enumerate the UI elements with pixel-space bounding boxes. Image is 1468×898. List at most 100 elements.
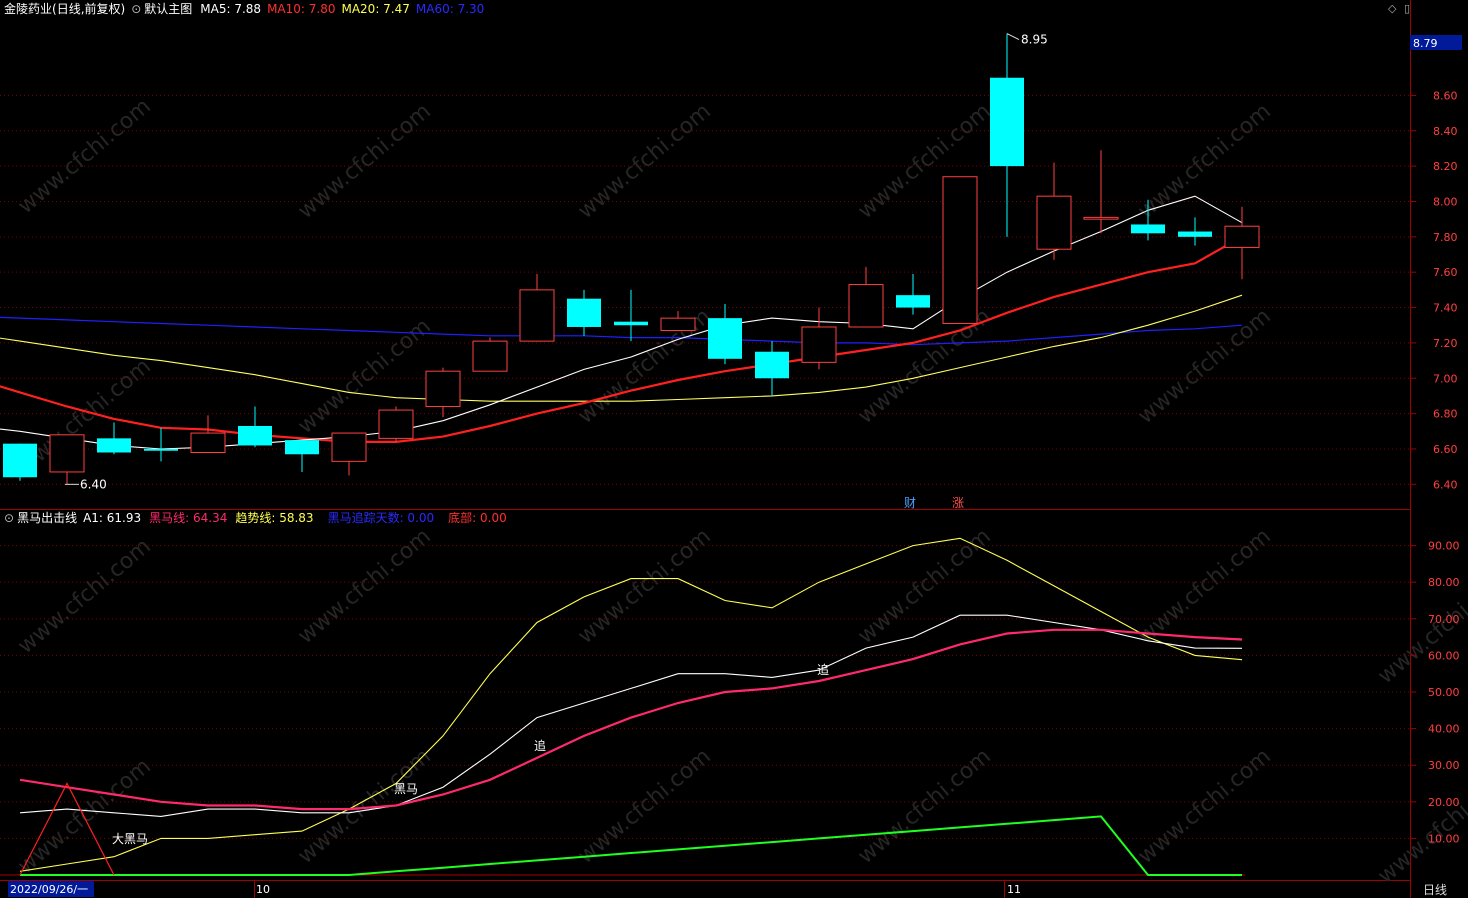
candle [97, 422, 131, 455]
candle-body [1178, 231, 1212, 237]
watermark-text: www.cfchi.com [853, 524, 995, 649]
candle [990, 33, 1024, 237]
candle [49, 434, 85, 485]
chart-mode: (日线,前复权) [52, 2, 126, 16]
indicator-header: ⊙ 黑马出击线 A1: 61.93 黑马线: 64.34 趋势线: 58.83 … [0, 509, 507, 527]
diamond-icon[interactable]: ◇ [1388, 2, 1396, 15]
watermark-text: www.cfchi.com [573, 99, 715, 224]
high-price-label: 8.95 [1021, 33, 1048, 47]
heima-value: 黑马线: 64.34 [149, 511, 228, 525]
a1-value: A1: 61.93 [83, 511, 142, 525]
candle [848, 266, 884, 328]
watermark-group: www.cfchi.com www.cfchi.com www.cfchi.com w… [13, 94, 1468, 889]
candle-body [144, 448, 178, 451]
watermark-text: www.cfchi.com [1373, 764, 1468, 889]
candle-body [1036, 195, 1072, 250]
price-tick-label: 8.40 [1433, 125, 1458, 138]
candle-body [990, 77, 1024, 167]
timeframe-label[interactable]: 日线 [1404, 882, 1466, 898]
dropdown-icon[interactable]: ⊙ [131, 0, 141, 18]
candle-body [97, 438, 131, 453]
main-view-label[interactable]: 默认主图 [144, 0, 192, 18]
price-tick-label: 8.60 [1433, 89, 1458, 102]
watermark-text: www.cfchi.com [13, 534, 155, 659]
watermark-text: www.cfchi.com [1133, 744, 1275, 869]
candle [801, 307, 837, 370]
candle-body [708, 318, 742, 359]
watermark-text: www.cfchi.com [13, 94, 155, 219]
candle-body [848, 284, 884, 328]
candle [331, 432, 367, 476]
candle-body [1131, 224, 1165, 234]
candle [285, 440, 319, 472]
track-days-value: 黑马追踪天数: 0.00 [327, 511, 435, 525]
price-tick-label: 8.20 [1433, 160, 1458, 173]
a1-line [19, 614, 1243, 817]
candle-body [49, 434, 85, 473]
chase-marker-1: 追 [534, 738, 546, 753]
watermark-text: www.cfchi.com [1133, 99, 1275, 224]
candle [614, 289, 648, 342]
indicator-tick-label: 20.00 [1428, 796, 1460, 809]
heima-line [19, 628, 1243, 811]
candle-body [3, 443, 37, 478]
trend-value: 趋势线: 58.83 [235, 511, 314, 525]
price-tick-label: 6.40 [1433, 478, 1458, 491]
watermark-text: www.cfchi.com [1133, 524, 1275, 649]
candle [755, 341, 789, 396]
candle [190, 415, 226, 454]
candle-body [238, 425, 272, 446]
date-start-label: 2022/09/26/一 [10, 883, 88, 896]
ma60-value: MA60: 7.30 [415, 2, 485, 16]
candle-body [801, 326, 837, 363]
ma5-value: MA5: 7.88 [200, 2, 262, 16]
indicator-tick-label: 40.00 [1428, 723, 1460, 736]
price-tick-label: 7.60 [1433, 266, 1458, 279]
candle-body [190, 432, 226, 454]
indicator-name[interactable]: 黑马出击线 [17, 509, 77, 527]
kline-chart[interactable]: 8.79 www.cfchi.com www.cfchi.com www.cfchi… [0, 0, 1468, 898]
candle [896, 273, 930, 315]
price-tick-label: 7.40 [1433, 302, 1458, 315]
price-tick-label: 6.60 [1433, 443, 1458, 456]
candle-body [425, 370, 461, 408]
stock-name[interactable]: 金陵药业 [4, 0, 52, 18]
candle [3, 443, 37, 481]
candle [144, 427, 178, 462]
price-tick-label: 7.80 [1433, 231, 1458, 244]
bottom-value: 底部: 0.00 [448, 511, 507, 525]
price-tick-label: 7.00 [1433, 372, 1458, 385]
candle-body [519, 289, 555, 342]
candle-body [942, 176, 978, 324]
candle [425, 367, 461, 418]
rise-marker: 涨 [952, 495, 964, 510]
indicator-tick-label: 50.00 [1428, 686, 1460, 699]
candle-body [1224, 225, 1260, 248]
window-controls[interactable]: ◇ ▯ [1388, 2, 1410, 15]
ma20-value: MA20: 7.47 [341, 2, 410, 16]
watermark-text: www.cfchi.com [853, 744, 995, 869]
watermark-text: www.cfchi.com [293, 99, 435, 224]
indicator-tick-label: 90.00 [1428, 540, 1460, 553]
indicator-dropdown-icon[interactable]: ⊙ [4, 509, 14, 527]
main-chart-header: 金陵药业 (日线,前复权) ⊙ 默认主图 MA5: 7.88 MA10: 7.8… [0, 0, 484, 18]
current-price-label: 8.79 [1413, 37, 1438, 50]
watermark-text: www.cfchi.com [573, 744, 715, 869]
candle-body [285, 440, 319, 455]
candle [1224, 206, 1260, 280]
date-oct-label: 10 [256, 883, 270, 896]
candle [519, 273, 555, 342]
price-tick-label: 7.20 [1433, 337, 1458, 350]
ma10-line [0, 235, 1243, 443]
candle [708, 304, 742, 365]
candle-body [331, 432, 367, 462]
candle [1083, 150, 1119, 234]
heima-marker: 黑马 [394, 782, 418, 796]
watermark-text: www.cfchi.com [293, 744, 435, 869]
candle [238, 406, 272, 448]
low-price-label: 6.40 [80, 477, 107, 491]
indicator-tick-label: 70.00 [1428, 613, 1460, 626]
panel-toggle-icon[interactable]: ▯ [1404, 2, 1410, 15]
candle-body [1083, 216, 1119, 220]
price-tick-label: 6.80 [1433, 408, 1458, 421]
